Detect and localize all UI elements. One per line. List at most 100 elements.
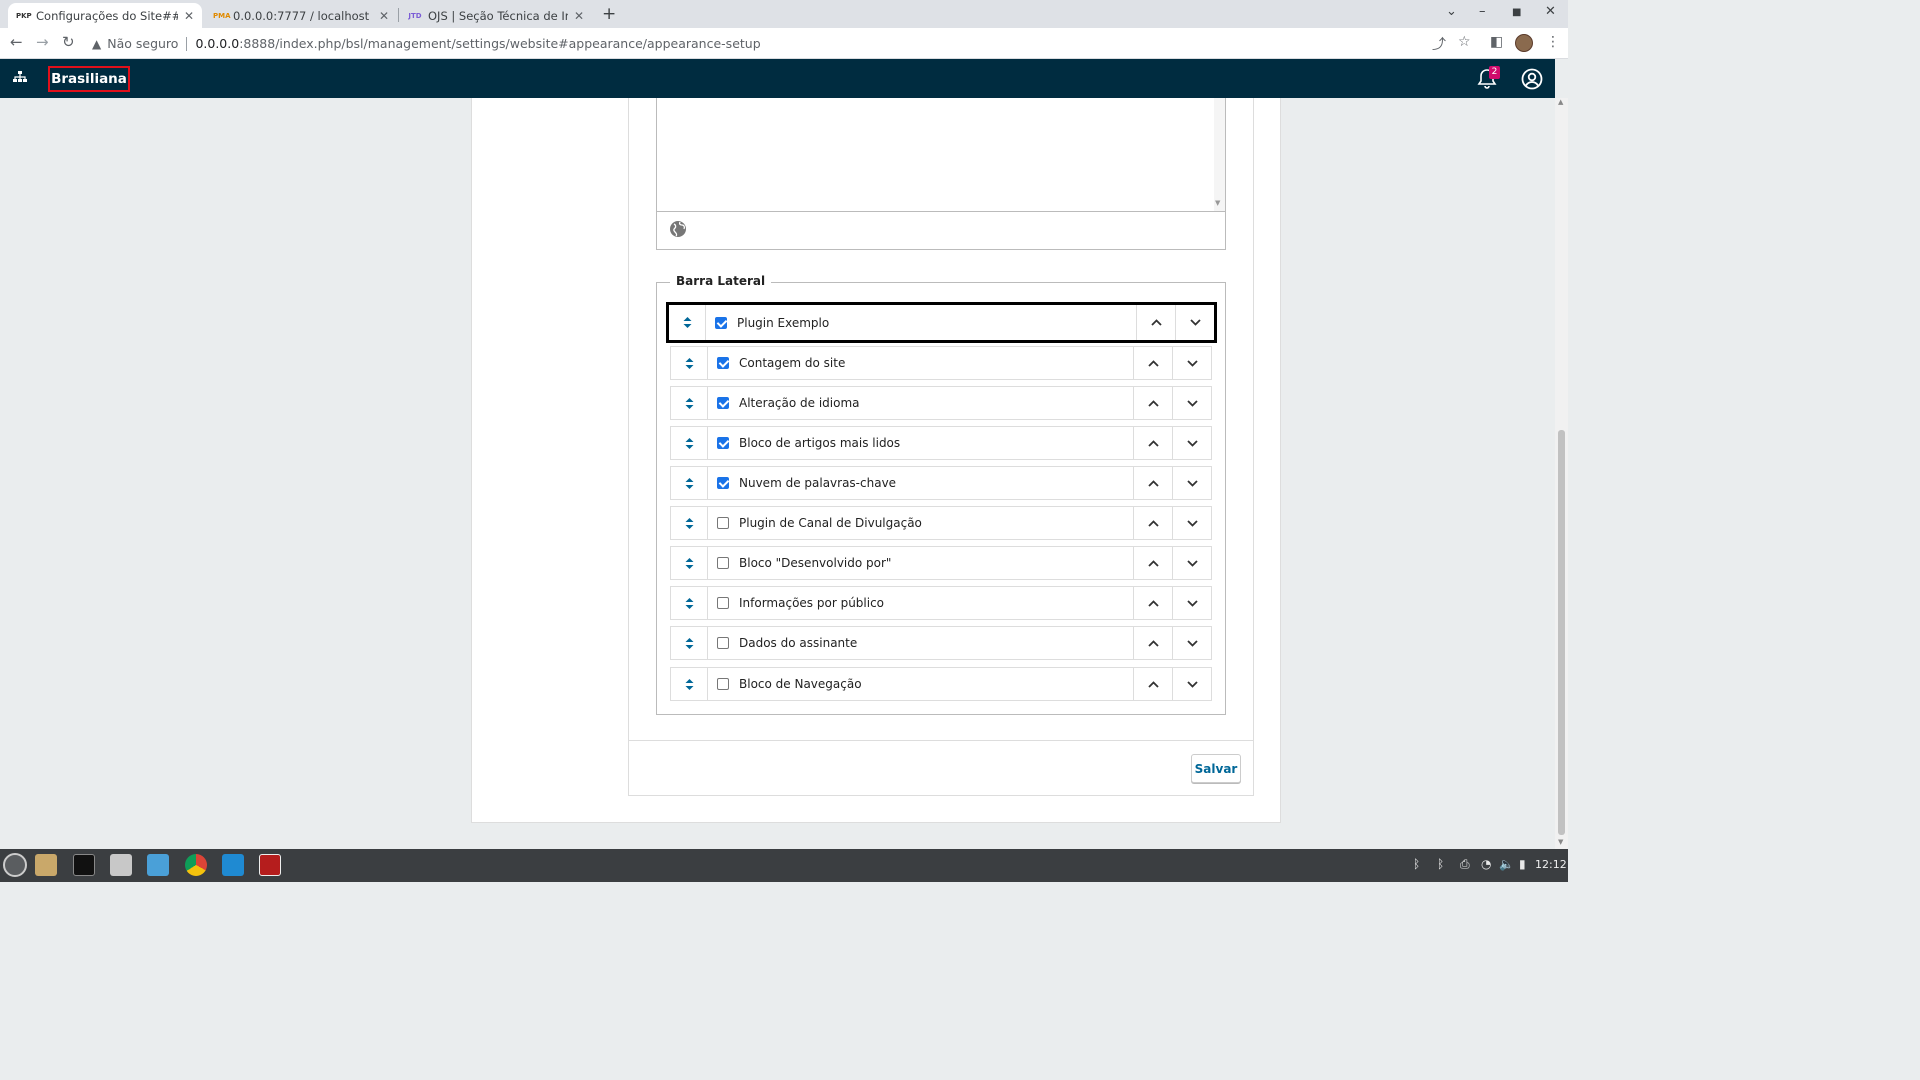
site-name-link[interactable]: Brasiliana: [48, 66, 130, 92]
move-down-button[interactable]: [1172, 427, 1211, 459]
scroll-up-icon[interactable]: ▲: [1558, 98, 1563, 106]
sidebar-block-row[interactable]: Bloco "Desenvolvido por": [670, 546, 1212, 580]
move-up-button[interactable]: [1133, 668, 1172, 700]
reload-icon[interactable]: ↻: [62, 33, 75, 51]
move-down-button[interactable]: [1172, 547, 1211, 579]
block-enable-checkbox[interactable]: [717, 397, 729, 409]
block-enable-checkbox[interactable]: [715, 316, 727, 329]
bluetooth-icon[interactable]: ᛒ: [1437, 857, 1444, 871]
tab-title: OJS | Seção Técnica de Inform: [428, 8, 568, 23]
block-label: Informações por público: [739, 596, 885, 610]
textarea-scrollbar[interactable]: [1214, 98, 1225, 211]
drag-handle-icon[interactable]: [669, 305, 706, 340]
volume-icon[interactable]: 🔈: [1499, 857, 1514, 871]
sidebar-block-row[interactable]: Contagem do site: [670, 346, 1212, 380]
block-enable-checkbox[interactable]: [717, 557, 729, 569]
move-down-button[interactable]: [1175, 305, 1214, 340]
media-app-icon[interactable]: [259, 854, 281, 876]
drag-handle-icon[interactable]: [671, 547, 708, 579]
textarea-scroll-down-icon[interactable]: ▼: [1215, 199, 1220, 207]
close-window-icon[interactable]: ✕: [1545, 4, 1556, 19]
sidebar-block-row[interactable]: Bloco de artigos mais lidos: [670, 426, 1212, 460]
move-down-button[interactable]: [1172, 387, 1211, 419]
sidebar-block-row[interactable]: Alteração de idioma: [670, 386, 1212, 420]
block-enable-checkbox[interactable]: [717, 437, 729, 449]
drag-handle-icon[interactable]: [671, 668, 708, 700]
browser-tab-bar: PKP Configurações do Site##con ✕ PMA 0.0…: [0, 0, 1568, 28]
url-bar[interactable]: ▲ Não seguro 0.0.0.0 :8888/index.php/bsl…: [92, 32, 1492, 55]
block-enable-checkbox[interactable]: [717, 678, 729, 690]
user-account-icon[interactable]: [1521, 68, 1543, 90]
move-up-button[interactable]: [1136, 305, 1175, 340]
move-up-button[interactable]: [1133, 507, 1172, 539]
save-button[interactable]: Salvar: [1191, 754, 1241, 783]
block-enable-checkbox[interactable]: [717, 477, 729, 489]
close-tab-icon[interactable]: ✕: [184, 9, 194, 23]
browser-profile-avatar[interactable]: [1515, 34, 1533, 52]
sidebar-block-row[interactable]: Plugin Exemplo: [666, 302, 1217, 343]
tab-ojs[interactable]: JTD OJS | Seção Técnica de Inform ✕: [400, 3, 592, 28]
printer-icon[interactable]: ⎙: [1460, 857, 1470, 872]
block-enable-checkbox[interactable]: [717, 637, 729, 649]
tab-configuracoes[interactable]: PKP Configurações do Site##con ✕: [8, 3, 202, 28]
close-tab-icon[interactable]: ✕: [379, 9, 389, 23]
sidebar-block-row[interactable]: Bloco de Navegação: [670, 667, 1212, 701]
sidebar-block-row[interactable]: Nuvem de palavras-chave: [670, 466, 1212, 500]
move-down-button[interactable]: [1172, 627, 1211, 659]
app-menu-icon[interactable]: [3, 853, 27, 877]
move-up-button[interactable]: [1133, 467, 1172, 499]
block-enable-checkbox[interactable]: [717, 517, 729, 529]
sitemap-icon[interactable]: [13, 71, 27, 87]
globe-icon[interactable]: [669, 220, 687, 238]
scroll-down-icon[interactable]: ▼: [1558, 838, 1563, 846]
share-icon[interactable]: ⤴: [1432, 34, 1446, 54]
screenshot-icon[interactable]: [147, 854, 169, 876]
vscode-icon[interactable]: [222, 854, 244, 876]
browser-menu-icon[interactable]: ⋮: [1546, 34, 1560, 50]
footer-textarea[interactable]: [656, 98, 1226, 212]
drag-handle-icon[interactable]: [671, 587, 708, 619]
forward-icon[interactable]: →: [36, 33, 49, 51]
block-enable-checkbox[interactable]: [717, 357, 729, 369]
tab-phpmyadmin[interactable]: PMA 0.0.0.0:7777 / localhost | ph ✕: [205, 3, 397, 28]
move-down-button[interactable]: [1172, 507, 1211, 539]
move-down-button[interactable]: [1172, 587, 1211, 619]
move-down-button[interactable]: [1172, 467, 1211, 499]
form-footer-divider: [628, 740, 1254, 741]
text-editor-icon[interactable]: [110, 854, 132, 876]
drag-handle-icon[interactable]: [671, 627, 708, 659]
file-manager-icon[interactable]: [35, 854, 57, 876]
move-up-button[interactable]: [1133, 587, 1172, 619]
drag-handle-icon[interactable]: [671, 467, 708, 499]
sidebar-block-row[interactable]: Plugin de Canal de Divulgação: [670, 506, 1212, 540]
tab-search-icon[interactable]: ⌄: [1446, 4, 1457, 19]
drag-handle-icon[interactable]: [671, 427, 708, 459]
move-up-button[interactable]: [1133, 547, 1172, 579]
terminal-icon[interactable]: [73, 854, 95, 876]
wifi-icon[interactable]: ◔: [1481, 857, 1491, 871]
move-down-button[interactable]: [1172, 347, 1211, 379]
battery-icon[interactable]: ▮: [1519, 857, 1526, 871]
bookmark-star-icon[interactable]: ☆: [1458, 34, 1471, 50]
move-up-button[interactable]: [1133, 627, 1172, 659]
move-up-button[interactable]: [1133, 387, 1172, 419]
drag-handle-icon[interactable]: [671, 507, 708, 539]
chrome-icon[interactable]: [185, 854, 207, 876]
back-icon[interactable]: ←: [10, 33, 23, 51]
drag-handle-icon[interactable]: [671, 387, 708, 419]
sidebar-block-row[interactable]: Informações por público: [670, 586, 1212, 620]
drag-handle-icon[interactable]: [671, 347, 708, 379]
block-enable-checkbox[interactable]: [717, 597, 729, 609]
sidebar-block-row[interactable]: Dados do assinante: [670, 626, 1212, 660]
move-up-button[interactable]: [1133, 347, 1172, 379]
new-tab-icon[interactable]: +: [602, 4, 616, 24]
minimize-icon[interactable]: –: [1479, 4, 1486, 19]
address-toolbar: ← → ↻ ▲ Não seguro 0.0.0.0 :8888/index.p…: [0, 28, 1568, 59]
page-scrollbar-thumb[interactable]: [1558, 430, 1565, 835]
side-panel-icon[interactable]: ◧: [1490, 34, 1503, 50]
close-tab-icon[interactable]: ✕: [574, 9, 584, 23]
move-up-button[interactable]: [1133, 427, 1172, 459]
bluetooth-icon[interactable]: ᛒ: [1413, 857, 1420, 871]
move-down-button[interactable]: [1172, 668, 1211, 700]
maximize-icon[interactable]: ■: [1512, 7, 1521, 18]
